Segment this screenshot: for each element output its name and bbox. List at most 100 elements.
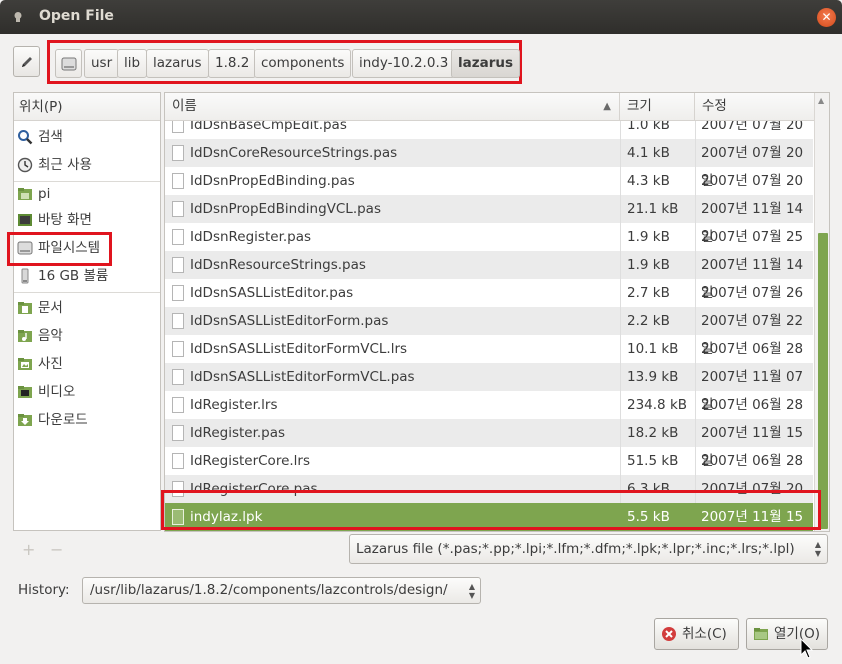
- column-divider: [695, 139, 696, 167]
- place-label: 문서: [38, 300, 63, 316]
- file-row[interactable]: IdDsnSASLListEditorForm.pas 2.2 kB 2007년 0…: [165, 307, 813, 357]
- file-name: IdDsnSASLListEditorForm.pas: [190, 313, 389, 329]
- place-music[interactable]: 음악: [16, 325, 63, 347]
- path-root-button[interactable]: [55, 49, 82, 78]
- pencil-icon: [21, 56, 32, 67]
- file-icon: [172, 145, 184, 161]
- file-name: IdDsnBaseCmpEdit.pas: [190, 121, 347, 133]
- place-desktop[interactable]: 바탕 화면: [16, 209, 92, 231]
- place-downloads[interactable]: 다운로드: [16, 409, 88, 431]
- file-icon: [172, 121, 184, 133]
- file-row[interactable]: IdDsnRegister.pas1.9 kB2007년 07월 25일: [165, 223, 813, 273]
- column-name-header[interactable]: 이름 ▲: [165, 93, 620, 121]
- place-documents[interactable]: 문서: [16, 297, 63, 319]
- column-divider: [695, 279, 696, 307]
- place-label: 음악: [38, 328, 63, 344]
- place-pictures[interactable]: 사진: [16, 353, 63, 375]
- column-divider: [695, 363, 696, 391]
- file-size: 1.9 kB: [627, 257, 670, 273]
- edit-location-button[interactable]: [13, 46, 40, 77]
- open-button[interactable]: 열기(O): [746, 618, 828, 650]
- selected-file-highlight-box: [161, 490, 821, 530]
- combo-arrows-icon: ▲ ▼: [468, 582, 475, 600]
- file-row[interactable]: IdDsnPropEdBinding.pas 4.3 kB 2007년 07월 20…: [165, 167, 813, 217]
- file-size: 1.9 kB: [627, 229, 670, 245]
- place-home[interactable]: pi: [16, 183, 50, 205]
- path-segment-current[interactable]: lazarus: [451, 49, 521, 78]
- place-volume[interactable]: 16 GB 볼륨: [16, 265, 108, 287]
- window-menu-icon[interactable]: [13, 11, 23, 23]
- videos-folder-icon: [18, 386, 32, 398]
- file-row[interactable]: IdDsnResourceStrings.pas 1.9 kB 2007년 11월 …: [165, 251, 813, 301]
- cancel-button[interactable]: 취소(C): [654, 618, 739, 650]
- file-name: IdRegisterCore.lrs: [190, 453, 311, 469]
- cancel-label: 취소(C): [682, 626, 727, 642]
- column-divider: [620, 279, 621, 307]
- file-icon: [172, 453, 184, 469]
- place-label: 16 GB 볼륨: [38, 268, 109, 284]
- place-label: 검색: [38, 129, 63, 145]
- history-value: /usr/lib/lazarus/1.8.2/components/lazcon…: [90, 582, 448, 598]
- vertical-scrollbar[interactable]: ▲: [814, 93, 829, 531]
- recent-icon: [17, 157, 33, 173]
- path-segment-usr[interactable]: usr: [84, 49, 120, 78]
- column-divider: [620, 139, 621, 167]
- file-row[interactable]: IdRegisterCore.lrs51.5 kB2007년 06월 28일: [165, 447, 813, 497]
- file-name: IdDsnRegister.pas: [190, 229, 312, 245]
- path-segment-version[interactable]: 1.8.2: [208, 49, 257, 78]
- file-size: 1.0 kB: [627, 121, 670, 133]
- file-row[interactable]: IdRegister.lrs234.8 kB2007년 06월 28일: [165, 391, 813, 441]
- path-segment-components[interactable]: components: [254, 49, 352, 78]
- column-divider: [695, 223, 696, 251]
- file-name: IdDsnPropEdBindingVCL.pas: [190, 201, 381, 217]
- separator: [14, 181, 160, 182]
- column-modified-header[interactable]: 수정: [695, 93, 815, 121]
- places-sidebar: 위치(P) 검색 최근 사용 pi 바탕 화면 파일시스템 16 GB 볼륨 문…: [13, 92, 161, 531]
- path-segment-lazarus[interactable]: lazarus: [146, 49, 209, 78]
- file-icon: [172, 425, 184, 441]
- pictures-folder-icon: [18, 358, 32, 370]
- scrollbar-thumb[interactable]: [818, 233, 828, 529]
- file-row[interactable]: IdDsnCoreResourceStrings.pas 4.1 kB 2007년 …: [165, 139, 813, 189]
- place-videos[interactable]: 비디오: [16, 381, 75, 403]
- column-divider: [695, 251, 696, 279]
- file-size: 2.2 kB: [627, 313, 670, 329]
- column-divider: [620, 251, 621, 279]
- remove-place-button[interactable]: −: [50, 540, 63, 559]
- column-divider: [695, 195, 696, 223]
- history-label: History:: [18, 582, 70, 598]
- file-row[interactable]: IdRegister.pas 18.2 kB 2007년 11월 15일: [165, 419, 813, 469]
- file-row[interactable]: IdDsnSASLListEditorFormVCL.pas 13.9 kB 200…: [165, 363, 813, 413]
- place-recent[interactable]: 최근 사용: [16, 154, 92, 176]
- column-size-header[interactable]: 크기: [620, 93, 695, 121]
- file-name: IdDsnResourceStrings.pas: [190, 257, 366, 273]
- file-type-filter[interactable]: Lazarus file (*.pas;*.pp;*.lpi;*.lfm;*.d…: [349, 534, 828, 564]
- path-segment-lib[interactable]: lib: [117, 49, 148, 78]
- close-icon[interactable]: ✕: [817, 8, 836, 27]
- places-header[interactable]: 위치(P): [14, 93, 160, 121]
- path-segment-indy[interactable]: indy-10.2.0.3: [352, 49, 456, 78]
- file-row[interactable]: IdDsnPropEdBindingVCL.pas 21.1 kB 2007년 11…: [165, 195, 813, 245]
- column-divider: [695, 121, 696, 139]
- column-name-label: 이름: [172, 98, 197, 114]
- column-divider: [620, 363, 621, 391]
- column-divider: [620, 447, 621, 475]
- column-divider: [695, 447, 696, 475]
- file-icon: [172, 173, 184, 189]
- history-combo[interactable]: /usr/lib/lazarus/1.8.2/components/lazcon…: [82, 577, 481, 604]
- add-place-button[interactable]: +: [22, 540, 35, 559]
- file-size: 13.9 kB: [627, 369, 679, 385]
- place-label: 사진: [38, 356, 63, 372]
- open-folder-icon: [754, 628, 768, 640]
- file-size: 10.1 kB: [627, 341, 679, 357]
- scroll-up-icon[interactable]: ▲: [818, 96, 824, 105]
- file-rows: IdDsnBaseCmpEdit.pas1.0 kB2007년 07월 20일I…: [165, 121, 813, 531]
- file-size: 21.1 kB: [627, 201, 679, 217]
- file-icon: [172, 397, 184, 413]
- column-divider: [620, 335, 621, 363]
- file-row[interactable]: IdDsnSASLListEditor.pas 2.7 kB 2007년 07월 2…: [165, 279, 813, 329]
- file-row[interactable]: IdDsnBaseCmpEdit.pas1.0 kB2007년 07월 20일: [165, 121, 813, 161]
- file-row[interactable]: IdDsnSASLListEditorFormVCL.lrs 10.1 kB 200…: [165, 335, 813, 385]
- place-search[interactable]: 검색: [16, 126, 63, 148]
- place-label: 비디오: [38, 384, 76, 400]
